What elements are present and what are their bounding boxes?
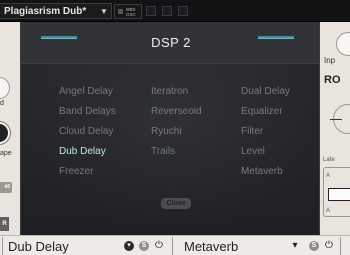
effect-option[interactable]: Ryuchi — [151, 126, 182, 137]
right-panel: Inp RO Late A A — [320, 22, 350, 235]
slot-2-name[interactable]: Metaverb — [184, 239, 238, 254]
modal-header: DSP 2 — [21, 22, 319, 64]
effect-option[interactable]: Dual Delay — [241, 86, 290, 97]
latency-label: Late — [323, 157, 335, 163]
left-panel: d ape et R — [0, 22, 20, 235]
effect-option[interactable]: Metaverb — [241, 166, 283, 177]
left-label-top: d — [0, 100, 4, 107]
dsp-selector-modal: DSP 2 Angel Delay Band Delays Cloud Dela… — [20, 22, 320, 235]
effect-option[interactable]: Iteratron — [151, 86, 188, 97]
slot-divider — [2, 237, 3, 255]
routing-box: A A — [323, 167, 350, 217]
header-decoration-right — [258, 36, 294, 39]
routing-box-label-top: A — [326, 173, 331, 179]
effect-option[interactable]: Freezer — [59, 166, 93, 177]
power-icon[interactable]: ⏻ — [154, 241, 164, 251]
close-button[interactable]: Close — [161, 198, 191, 209]
effect-grid: Angel Delay Band Delays Cloud Delay Dub … — [59, 86, 309, 196]
solo-icon[interactable]: S — [309, 241, 319, 251]
toolbar-button-2[interactable] — [162, 6, 172, 16]
routing-label: RO — [324, 74, 341, 86]
routing-selector[interactable] — [328, 188, 350, 201]
left-label-bottom: ape — [0, 150, 12, 157]
solo-icon[interactable]: S — [139, 241, 149, 251]
preset-name: Plagiasrism Dub* — [4, 5, 87, 17]
knob-left-1[interactable] — [0, 77, 10, 99]
midi-osc-indicator[interactable]: MIDI OSC — [114, 4, 142, 19]
chevron-down-icon[interactable]: ▾ — [290, 241, 300, 251]
input-knob[interactable] — [336, 32, 350, 56]
routing-box-label-bottom: A — [326, 208, 331, 214]
effect-option[interactable]: Angel Delay — [59, 86, 113, 97]
slot-1-name[interactable]: Dub Delay — [8, 239, 69, 254]
dsp-slot-bar: Dub Delay ▾ S ⏻ Metaverb ▾ S ⏻ — [0, 235, 350, 255]
chevron-down-icon[interactable]: ▾ — [124, 241, 134, 251]
left-reset-button[interactable]: et — [0, 182, 12, 193]
routing-dial-marker — [330, 119, 342, 120]
midi-indicator-icon — [118, 9, 123, 14]
effect-option[interactable]: Equalizer — [241, 106, 283, 117]
effect-option[interactable]: Band Delays — [59, 106, 116, 117]
power-icon[interactable]: ⏻ — [324, 241, 334, 251]
effect-option[interactable]: Reverseoid — [151, 106, 202, 117]
slot-divider — [172, 237, 173, 255]
toolbar-button-3[interactable] — [178, 6, 188, 16]
left-small-button[interactable]: R — [0, 217, 9, 231]
preset-selector[interactable]: Plagiasrism Dub* ▼ — [0, 3, 112, 19]
effect-option[interactable]: Level — [241, 146, 265, 157]
input-label: Inp — [324, 56, 336, 65]
effect-option[interactable]: Filter — [241, 126, 263, 137]
osc-label: OSC — [126, 11, 136, 17]
knob-left-2[interactable] — [0, 122, 10, 144]
effect-option[interactable]: Cloud Delay — [59, 126, 113, 137]
top-toolbar: Plagiasrism Dub* ▼ MIDI OSC — [0, 0, 350, 22]
effect-option[interactable]: Dub Delay — [59, 146, 106, 157]
slot-divider — [340, 237, 341, 255]
toolbar-button-1[interactable] — [146, 6, 156, 16]
triangle-down-icon[interactable]: ▼ — [97, 7, 111, 16]
effect-option[interactable]: Trails — [151, 146, 175, 157]
